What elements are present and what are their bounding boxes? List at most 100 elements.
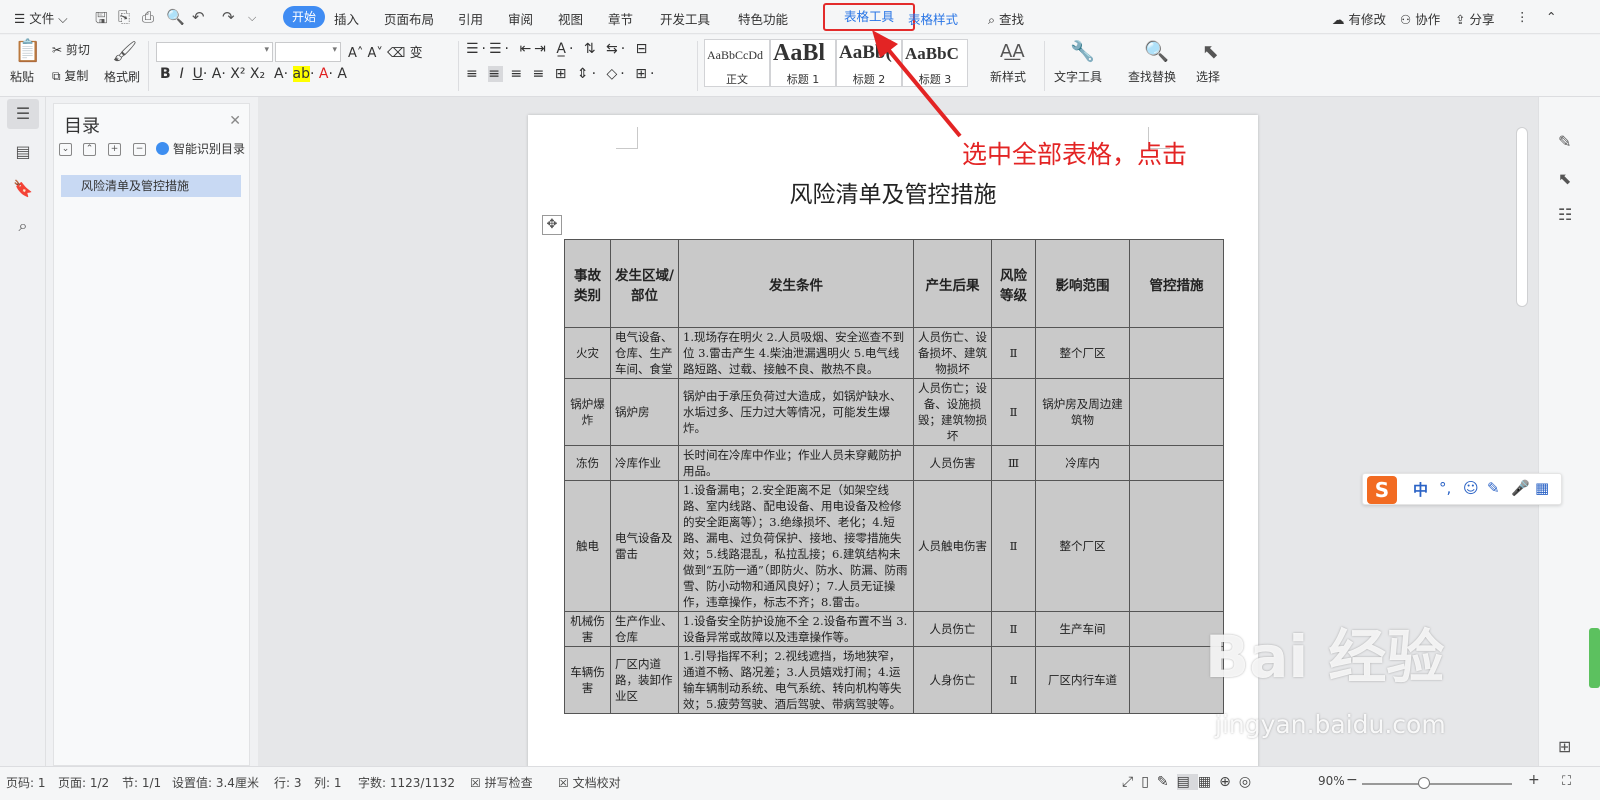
export-pdf-icon[interactable]: ⎘ xyxy=(118,8,130,26)
collapse-icon[interactable]: ⌃ xyxy=(1546,9,1556,24)
new-style-button[interactable]: 新样式 xyxy=(990,68,1026,85)
print-preview-icon[interactable]: 🔍 xyxy=(166,8,185,26)
pen-icon[interactable]: ✎ xyxy=(1487,479,1500,497)
close-icon[interactable]: ✕ xyxy=(229,113,241,129)
header-cell[interactable]: 发生区域/部位 xyxy=(610,239,679,328)
list-icons[interactable]: ☰·☰· ⇤⇥ A̲· ⇅ ⇆· ⊟ xyxy=(466,41,650,57)
table-cell[interactable]: 1.引导指挥不利；2.视线遮挡，场地狭窄，通道不畅、路况差；3.人员嬉戏打闹；4… xyxy=(678,646,914,714)
table-cell[interactable]: 锅炉房 xyxy=(610,378,679,446)
table-cell[interactable]: 锅炉房及周边建筑物 xyxy=(1035,378,1130,446)
chapter-icon[interactable]: ▤ xyxy=(7,137,39,167)
print-icon[interactable]: ⎙ xyxy=(142,8,154,26)
tab-insert[interactable]: 插入 xyxy=(334,9,359,28)
font-family-select[interactable] xyxy=(156,42,273,62)
grid-icon[interactable]: ▦ xyxy=(1535,479,1549,497)
scroll-thumb[interactable] xyxy=(1516,127,1528,307)
undo-icon[interactable]: ↶ xyxy=(192,8,205,26)
table-cell[interactable]: 锅炉由于承压负荷过大造成，如锅炉缺水、水垢过多、压力过大等情况，可能发生爆炸。 xyxy=(678,378,914,446)
ime-toolbar[interactable]: S 中 °, ☺ ✎ 🎤 ▦ xyxy=(1362,473,1562,505)
paste-icon[interactable]: 📋 xyxy=(14,39,41,64)
tab-developer[interactable]: 开发工具 xyxy=(660,9,710,28)
align-icons[interactable]: ≡ ≡ ≡ ≡ ⊞ ⇕· ◇· ⊞· xyxy=(466,66,657,82)
table-cell[interactable]: 冷库内 xyxy=(1035,445,1130,481)
header-cell[interactable]: 发生条件 xyxy=(678,239,914,328)
settings-sliders-icon[interactable]: ☷ xyxy=(1558,205,1572,224)
add-icon[interactable]: + xyxy=(108,143,121,156)
table-cell[interactable]: 电气设备及雷击 xyxy=(610,480,679,612)
table-cell[interactable]: 厂区内行车道 xyxy=(1035,646,1130,714)
table-cell[interactable]: 整个厂区 xyxy=(1035,327,1130,379)
table-cell[interactable]: Ⅱ xyxy=(991,646,1036,714)
collab-button[interactable]: ⚇ 协作 xyxy=(1400,9,1440,28)
find-replace-button[interactable]: 查找替换 xyxy=(1128,68,1176,85)
table-cell[interactable]: 人身伤亡 xyxy=(913,646,992,714)
tab-references[interactable]: 引用 xyxy=(458,9,483,28)
table-cell[interactable]: 长时间在冷库中作业；作业人员未穿戴防护用品。 xyxy=(678,445,914,481)
modified-button[interactable]: ☁ 有修改 xyxy=(1332,9,1386,28)
zoom-level[interactable]: 90% xyxy=(1318,774,1345,788)
cut-button[interactable]: ✂ 剪切 xyxy=(52,41,90,58)
table-cell[interactable]: 电气设备、仓库、生产车间、食堂 xyxy=(610,327,679,379)
format-painter-label[interactable]: 格式刷 xyxy=(104,68,140,85)
tab-table-style[interactable]: 表格样式 xyxy=(908,9,958,28)
table-cell[interactable]: 车辆伤害 xyxy=(564,646,611,714)
table-cell[interactable]: 生产车间 xyxy=(1035,611,1130,647)
cursor-icon[interactable]: ⬉ xyxy=(1202,39,1219,63)
style-normal[interactable]: AaBbCcDd 正文 xyxy=(704,39,770,87)
new-style-icon[interactable]: A͟A xyxy=(1000,41,1025,62)
pen-icon[interactable]: ✎ xyxy=(1558,132,1571,151)
zoom-out-icon[interactable]: − xyxy=(1346,772,1358,788)
table-cell[interactable]: 1.设备安全防护设施不全 2.设备布置不当 3.设备异常或故障以及违章操作等。 xyxy=(678,611,914,647)
redo-icon[interactable]: ↷ xyxy=(222,8,235,26)
table-cell[interactable]: 1.现场存在明火 2.人员吸烟、安全巡查不到位 3.雷击产生 4.柴油泄漏遇明火… xyxy=(678,327,914,379)
zoom-slider[interactable] xyxy=(1362,783,1512,785)
bookmark-icon[interactable]: 🔖 xyxy=(7,174,39,204)
header-cell[interactable]: 事故类别 xyxy=(564,239,611,328)
copy-button[interactable]: ⧉ 复制 xyxy=(52,67,88,84)
tab-view[interactable]: 视图 xyxy=(558,9,583,28)
more-chevron-icon[interactable]: ⌵ xyxy=(248,11,256,25)
select-button[interactable]: 选择 xyxy=(1196,68,1220,85)
risk-table[interactable]: 事故类别 发生区域/部位 发生条件 产生后果 风险等级 影响范围 管控措施 火灾… xyxy=(564,239,1224,714)
tab-special-features[interactable]: 特色功能 xyxy=(738,9,788,28)
font-size-select[interactable] xyxy=(275,42,341,62)
table-cell[interactable]: 人员伤害 xyxy=(913,445,992,481)
table-cell[interactable]: 1.设备漏电；2.安全距离不足（如架空线路、室内线路、配电设备、用电设备及检修的… xyxy=(678,480,914,612)
table-cell[interactable]: 厂区内道路，装卸作业区 xyxy=(610,646,679,714)
zoom-in-icon[interactable]: + xyxy=(1528,772,1540,788)
table-cell[interactable]: 人员伤亡 xyxy=(913,611,992,647)
pointer-icon[interactable]: ⬉ xyxy=(1558,169,1571,188)
status-words[interactable]: 字数: 1123/1132 xyxy=(358,774,455,791)
table-cell[interactable]: Ⅱ xyxy=(991,378,1036,446)
microphone-icon[interactable]: 🎤 xyxy=(1511,479,1530,497)
tab-page-layout[interactable]: 页面布局 xyxy=(384,9,434,28)
table-cell[interactable]: Ⅱ xyxy=(991,327,1036,379)
text-tools-button[interactable]: 文字工具 xyxy=(1054,68,1102,85)
header-cell[interactable]: 风险等级 xyxy=(991,239,1036,328)
table-cell[interactable]: 生产作业、仓库 xyxy=(610,611,679,647)
tab-table-tools[interactable]: 表格工具 xyxy=(823,3,915,31)
grid-icon[interactable]: ⊞ xyxy=(1558,737,1571,756)
table-cell[interactable]: 冻伤 xyxy=(564,445,611,481)
table-cell[interactable]: 整个厂区 xyxy=(1035,480,1130,612)
wrench-icon[interactable]: 🔧 xyxy=(1070,39,1095,63)
spell-check-button[interactable]: ☒ 拼写检查 xyxy=(470,774,533,791)
expand-all-icon[interactable]: ⌄ xyxy=(59,143,72,156)
share-button[interactable]: ⇪ 分享 xyxy=(1455,9,1494,28)
text-format-icons[interactable]: B I U· A· X² X₂ A· ab· A· A xyxy=(160,66,347,82)
table-cell[interactable]: 机械伤害 xyxy=(564,611,611,647)
vertical-scrollbar[interactable] xyxy=(1508,97,1538,780)
save-icon[interactable]: 🖫 xyxy=(95,8,108,33)
view-mode-icons[interactable]: ⤢▯✎▤▦⊕◎ xyxy=(1122,774,1259,790)
table-cell[interactable]: 锅炉爆炸 xyxy=(564,378,611,446)
magnifier-icon[interactable]: 🔍 xyxy=(1144,39,1169,63)
ime-language[interactable]: 中 xyxy=(1413,479,1428,500)
table-cell[interactable]: Ⅱ xyxy=(991,480,1036,612)
tab-review[interactable]: 审阅 xyxy=(508,9,533,28)
tab-start[interactable]: 开始 xyxy=(283,6,325,28)
status-pages[interactable]: 页面: 1/2 xyxy=(58,774,109,791)
punctuation-icon[interactable]: °, xyxy=(1439,479,1451,497)
style-heading-1[interactable]: AaBl 标题 1 xyxy=(770,39,836,87)
table-cell[interactable]: Ⅲ xyxy=(991,445,1036,481)
table-cell[interactable]: 人员伤亡、设备损坏、建筑物损坏 xyxy=(913,327,992,379)
